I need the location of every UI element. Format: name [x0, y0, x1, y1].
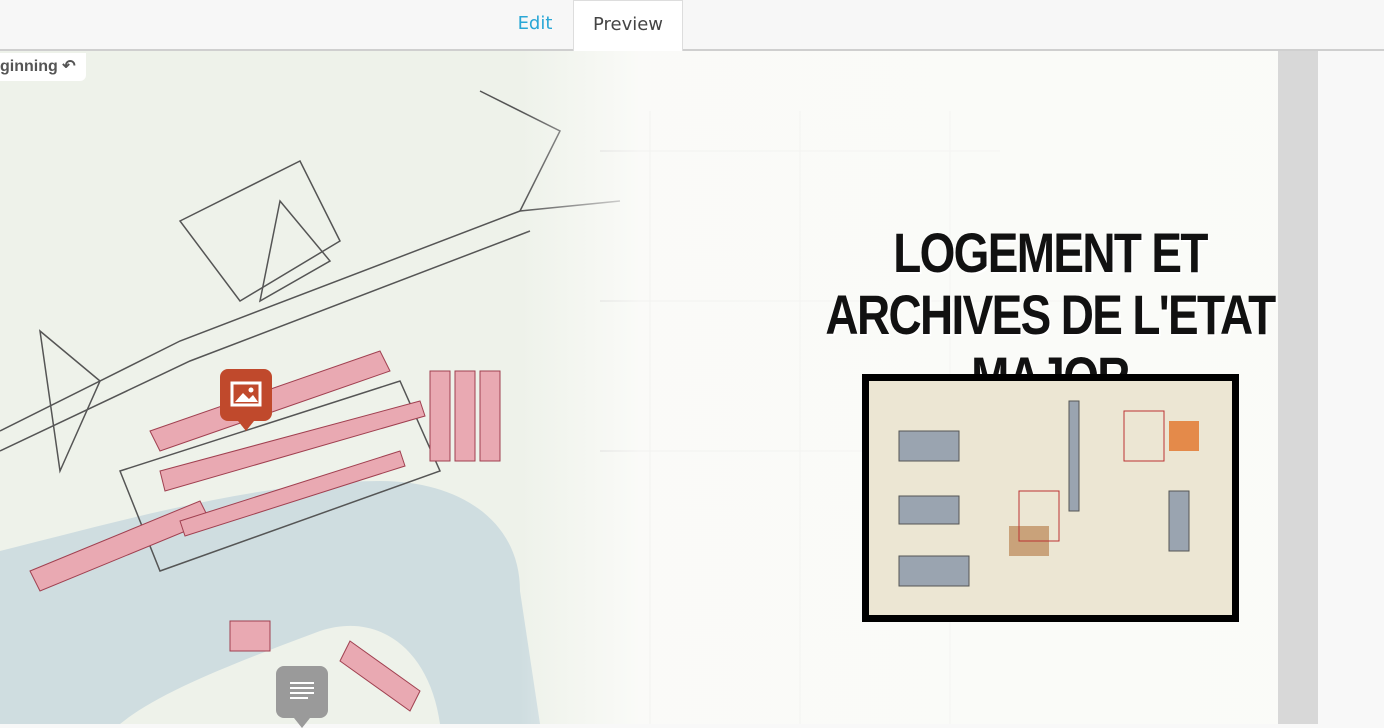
tab-edit[interactable]: Edit — [500, 0, 570, 51]
plan-drawing — [898, 400, 1199, 587]
tab-preview[interactable]: Preview — [573, 0, 683, 51]
top-bar: Edit Preview — [0, 0, 1384, 51]
back-to-beginning-link[interactable]: ginning ↶ — [0, 53, 86, 81]
back-link-label: ginning — [0, 58, 58, 75]
architectural-plan-image[interactable] — [862, 374, 1239, 622]
text-icon — [290, 682, 314, 699]
text-marker[interactable] — [276, 666, 328, 728]
return-arrow-icon: ↶ — [62, 58, 76, 75]
image-icon — [230, 381, 262, 407]
image-marker[interactable] — [220, 369, 272, 431]
